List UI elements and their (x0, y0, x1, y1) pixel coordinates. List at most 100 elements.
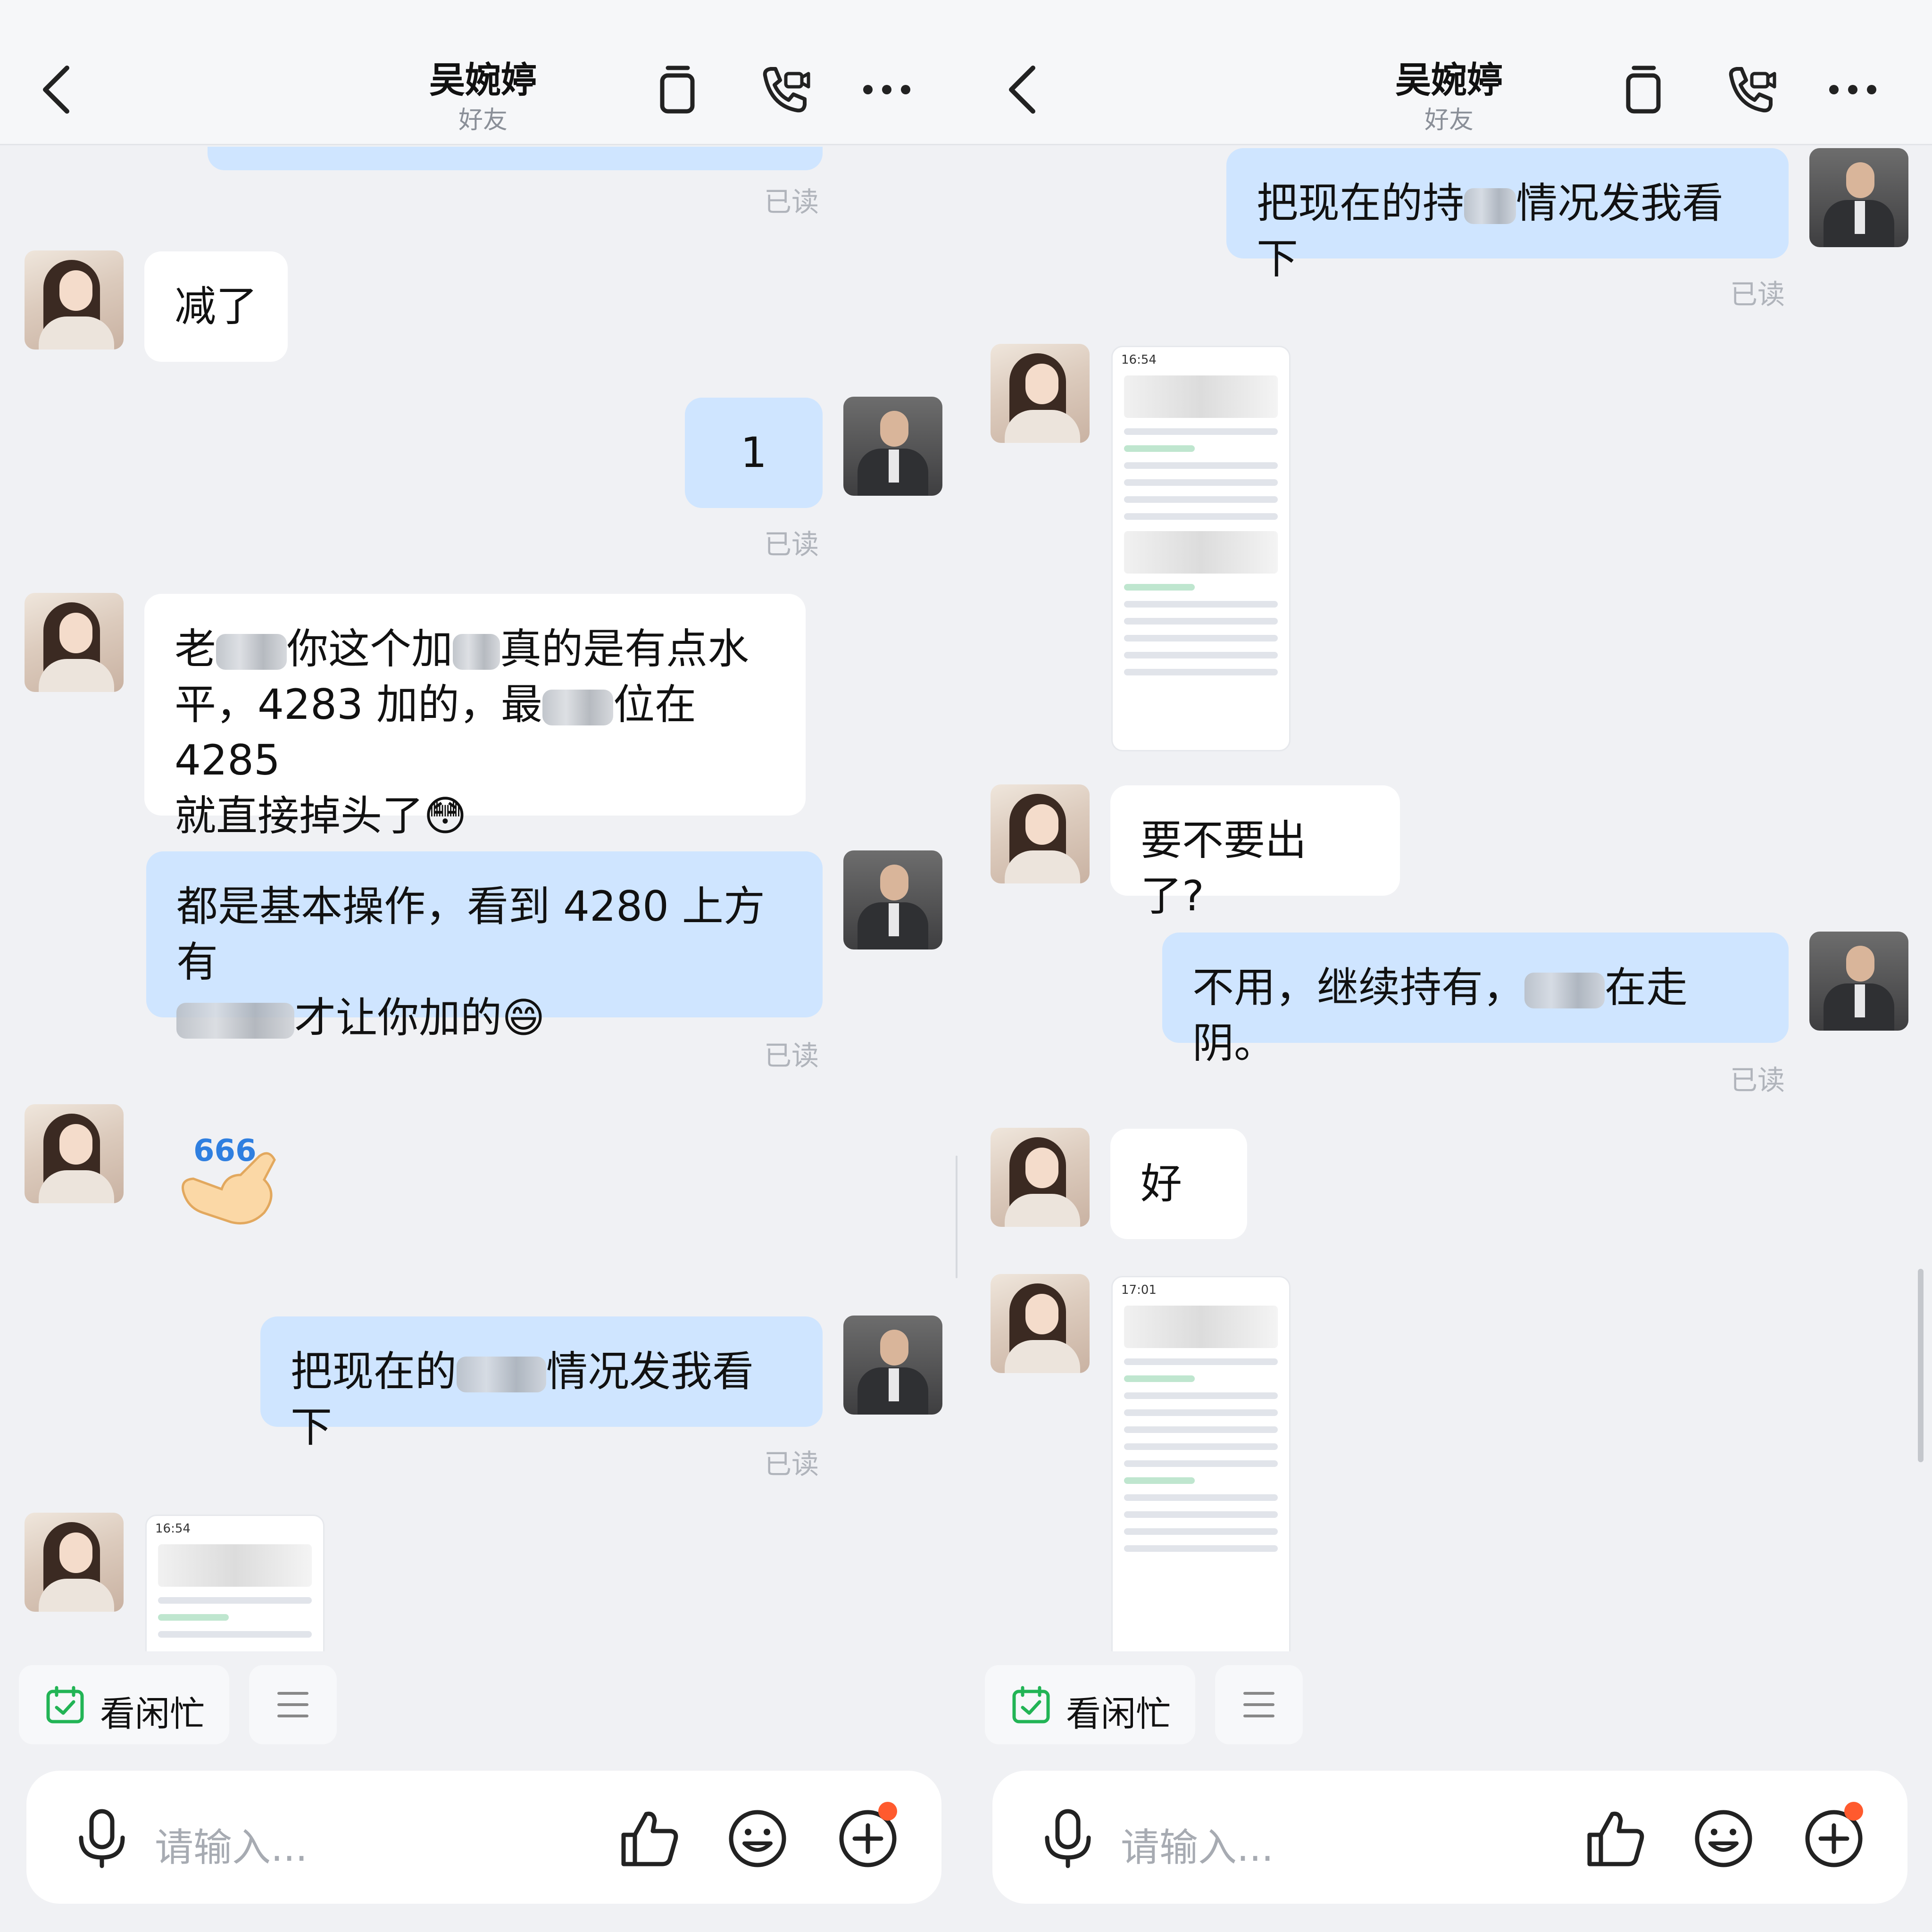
blurred-text (176, 1003, 294, 1039)
contact-status: 好友 (458, 106, 508, 134)
my-avatar[interactable] (843, 850, 942, 949)
contact-avatar[interactable] (25, 593, 124, 692)
notification-dot (878, 1802, 897, 1821)
message-text: 把现在的 (291, 1347, 457, 1396)
screenshot-image[interactable]: 17:01 (1111, 1276, 1291, 1651)
message-text: 就直接掉头了😳 (175, 791, 467, 840)
check-availability-button[interactable]: 看闲忙 (19, 1665, 229, 1744)
contact-status: 好友 (1424, 106, 1474, 134)
message-bubble-out[interactable] (208, 147, 823, 170)
message-bubble-in[interactable]: 减了 (144, 251, 288, 362)
notification-dot (1844, 1802, 1863, 1821)
message-bubble-out[interactable]: 1 (685, 398, 823, 508)
contact-avatar[interactable] (25, 1513, 124, 1612)
message-text: 把现在的持 (1257, 179, 1465, 227)
menu-icon (1243, 1692, 1274, 1717)
message-bubble-in[interactable]: 好 (1110, 1129, 1247, 1239)
contact-avatar[interactable] (991, 344, 1090, 443)
contact-avatar[interactable] (991, 1274, 1090, 1373)
mic-icon[interactable] (74, 1807, 130, 1869)
blurred-text (542, 690, 613, 726)
thumbs-up-icon[interactable] (616, 1806, 682, 1872)
message-text: 1 (741, 428, 767, 477)
message-input[interactable]: 请输入... (1121, 1816, 1274, 1872)
message-bubble-out[interactable]: 不用，继续持有， 在走阴。 (1162, 933, 1789, 1067)
check-availability-label: 看闲忙 (100, 1694, 205, 1734)
menu-icon (277, 1692, 308, 1717)
blurred-text (1464, 188, 1516, 225)
screenshot-time: 16:54 (155, 1522, 191, 1536)
read-receipt: 已读 (764, 528, 819, 560)
quick-menu-button[interactable] (1215, 1665, 1303, 1744)
message-input-bar: 请输入... (26, 1771, 941, 1904)
my-avatar[interactable] (843, 397, 942, 496)
message-text: 平，4283 加的，最 (175, 680, 542, 729)
message-text: 好 (1141, 1159, 1183, 1208)
my-avatar[interactable] (1809, 148, 1908, 247)
screenshot-time: 17:01 (1121, 1283, 1157, 1297)
read-receipt: 已读 (1730, 1064, 1785, 1096)
contact-avatar[interactable] (991, 784, 1090, 883)
message-text: 你这个加 (287, 625, 453, 673)
chat-panel-right: 吴婉婷 好友 把现在的持 情况发我看下 已读 16:54 要不要出了? 不用，继续… (966, 0, 1932, 1932)
blurred-text (1524, 973, 1605, 1009)
message-text: 真的是有点水 (500, 625, 749, 673)
back-icon[interactable] (1004, 61, 1041, 118)
message-text: 都是基本操作，看到 4280 上方有 (176, 882, 765, 986)
chat-panel-left: 吴婉婷 好友 已读 减了 1 已读 老 你这个加 真的是有点水 平，4283 加的，… (0, 0, 966, 1932)
contact-name: 吴婉婷 (1395, 59, 1503, 101)
sticker-text: 666 (193, 1133, 257, 1168)
chat-header: 吴婉婷 好友 (966, 0, 1932, 145)
more-icon[interactable] (1824, 61, 1881, 118)
read-receipt: 已读 (764, 186, 819, 218)
message-bubble-in[interactable]: 要不要出了? (1110, 785, 1400, 920)
chat-header: 吴婉婷 好友 (0, 0, 966, 145)
copy-icon[interactable] (1615, 61, 1672, 118)
message-bubble-out[interactable]: 把现在的 情况发我看下 (260, 1316, 823, 1451)
message-bubble-in[interactable]: 老你这个加 真的是有点水 平，4283 加的，最 位在 4285 就直接掉头了😳 (144, 594, 806, 840)
message-bubble-out[interactable]: 把现在的持 情况发我看下 (1226, 148, 1789, 283)
message-text: 老 (175, 625, 217, 673)
read-receipt: 已读 (764, 1040, 819, 1072)
scrollbar[interactable] (1918, 1269, 1924, 1462)
quick-menu-button[interactable] (249, 1665, 337, 1744)
video-call-icon[interactable] (755, 61, 811, 118)
thumbs-up-icon[interactable] (1582, 1806, 1648, 1872)
shaka-666-sticker[interactable]: 666 (170, 1123, 292, 1246)
check-availability-button[interactable]: 看闲忙 (985, 1665, 1195, 1744)
emoji-icon[interactable] (1690, 1806, 1757, 1872)
more-icon[interactable] (858, 61, 915, 118)
my-avatar[interactable] (1809, 932, 1908, 1031)
message-text: 减了 (175, 282, 258, 331)
message-text: 不用，继续持有， (1192, 963, 1525, 1012)
screenshot-image[interactable]: 16:54 (1111, 346, 1291, 751)
read-receipt: 已读 (764, 1448, 819, 1480)
screenshot-image[interactable]: 16:54 (145, 1515, 325, 1651)
blurred-text (216, 634, 287, 670)
contact-avatar[interactable] (25, 250, 124, 350)
contact-name: 吴婉婷 (429, 59, 537, 101)
read-receipt: 已读 (1730, 278, 1785, 310)
my-avatar[interactable] (843, 1316, 942, 1415)
blurred-text (453, 634, 500, 670)
emoji-icon[interactable] (724, 1806, 791, 1872)
calendar-check-icon (1012, 1686, 1050, 1724)
blurred-text (457, 1357, 547, 1393)
contact-avatar[interactable] (25, 1104, 124, 1203)
screenshot-time: 16:54 (1121, 353, 1157, 367)
back-icon[interactable] (38, 61, 75, 118)
video-call-icon[interactable] (1721, 61, 1777, 118)
message-text: 要不要出了? (1141, 816, 1307, 920)
message-input[interactable]: 请输入... (155, 1816, 308, 1872)
message-list[interactable]: 已读 减了 1 已读 老你这个加 真的是有点水 平，4283 加的，最 位在 428… (0, 147, 966, 1651)
panel-divider (956, 1156, 958, 1278)
message-input-bar: 请输入... (992, 1771, 1907, 1904)
message-bubble-out[interactable]: 都是基本操作，看到 4280 上方有 才让你加的😄 (146, 851, 823, 1042)
copy-icon[interactable] (649, 61, 706, 118)
message-list[interactable]: 把现在的持 情况发我看下 已读 16:54 要不要出了? 不用，继续持有， 在走阴。… (966, 147, 1932, 1651)
calendar-check-icon (46, 1686, 84, 1724)
contact-avatar[interactable] (991, 1128, 1090, 1227)
check-availability-label: 看闲忙 (1066, 1694, 1171, 1734)
message-text: 才让你加的😄 (294, 993, 545, 1042)
mic-icon[interactable] (1040, 1807, 1096, 1869)
